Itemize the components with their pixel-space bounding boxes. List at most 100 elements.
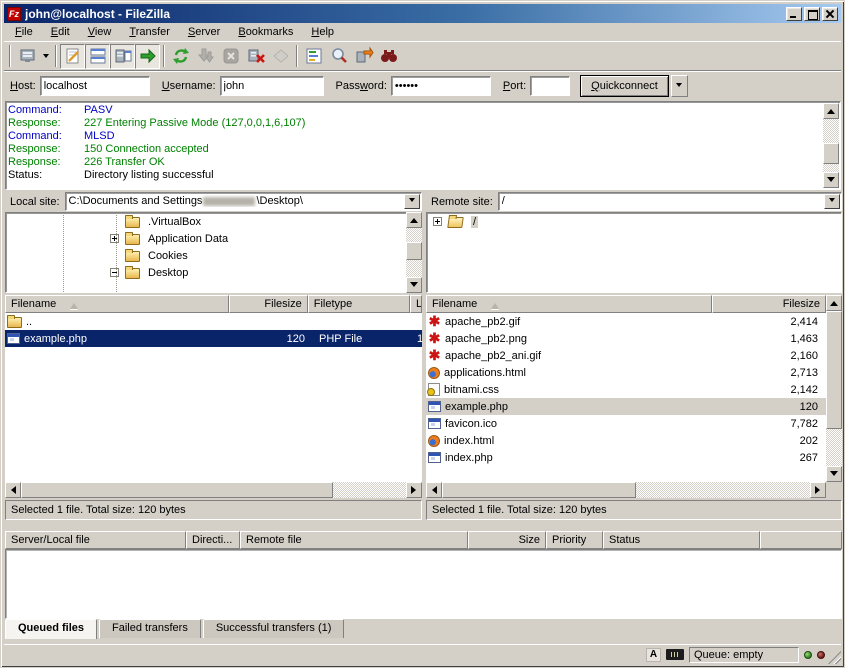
column-filesize[interactable]: Filesize <box>229 295 308 313</box>
scroll-left-button[interactable] <box>5 482 21 498</box>
column-filesize[interactable]: Filesize <box>712 295 826 313</box>
menu-bookmarks[interactable]: Bookmarks <box>229 24 302 40</box>
file-row[interactable]: applications.html2,713 <box>426 364 826 381</box>
tree-item-application-data[interactable]: Application Data <box>6 230 421 247</box>
file-row[interactable]: ✱apache_pb2.png1,463 <box>426 330 826 347</box>
quickconnect-button[interactable]: Quickconnect <box>580 75 669 97</box>
scroll-up-button[interactable] <box>823 103 839 119</box>
scroll-left-button[interactable] <box>426 482 442 498</box>
find-files-button[interactable] <box>376 44 401 69</box>
toggle-local-tree-button[interactable] <box>85 44 110 69</box>
toggle-message-log-button[interactable] <box>60 44 85 69</box>
toggle-transfer-queue-button[interactable] <box>135 44 160 69</box>
toggle-remote-tree-button[interactable] <box>110 44 135 69</box>
refresh-button[interactable] <box>168 44 193 69</box>
column-filename[interactable]: Filename <box>426 295 712 313</box>
file-row[interactable]: ✱apache_pb2.gif2,414 <box>426 313 826 330</box>
toolbar-separator <box>163 45 165 67</box>
local-horizontal-scrollbar[interactable] <box>5 482 422 498</box>
file-row[interactable]: ✱apache_pb2_ani.gif2,160 <box>426 347 826 364</box>
column-server-local-file[interactable]: Server/Local file <box>5 531 186 549</box>
expand-plus-icon[interactable] <box>433 217 442 226</box>
transfer-type-icon[interactable]: A <box>646 648 661 662</box>
speed-limits-icon[interactable] <box>666 649 684 660</box>
queue-list[interactable] <box>5 549 842 619</box>
reconnect-button[interactable] <box>268 44 293 69</box>
scroll-right-button[interactable] <box>810 482 826 498</box>
activity-led-red <box>817 651 825 659</box>
log-line: Response:226 Transfer OK <box>8 156 821 169</box>
menu-help[interactable]: Help <box>302 24 343 40</box>
collapse-minus-icon[interactable] <box>110 268 119 277</box>
remote-horizontal-scrollbar[interactable] <box>426 482 826 498</box>
scroll-right-button[interactable] <box>406 482 422 498</box>
port-input[interactable] <box>530 76 570 96</box>
title-bar[interactable]: Fz john@localhost - FileZilla <box>4 4 841 23</box>
process-queue-button[interactable] <box>193 44 218 69</box>
tab-failed-transfers[interactable]: Failed transfers <box>99 619 201 638</box>
scrollbar-thumb[interactable] <box>21 482 333 498</box>
scroll-down-button[interactable] <box>406 277 422 293</box>
remote-site-combobox[interactable]: / <box>498 192 842 211</box>
scroll-up-button[interactable] <box>406 212 422 228</box>
scrollbar-thumb[interactable] <box>826 311 842 429</box>
tree-item-desktop[interactable]: Desktop <box>6 264 421 281</box>
site-manager-button[interactable] <box>14 44 39 69</box>
close-button[interactable] <box>822 7 838 21</box>
remote-vertical-scrollbar[interactable] <box>826 295 842 482</box>
directory-comparison-button[interactable] <box>326 44 351 69</box>
scroll-down-button[interactable] <box>823 172 839 188</box>
file-row-parent-dir[interactable]: .. <box>5 313 422 330</box>
menu-server[interactable]: Server <box>179 24 229 40</box>
column-filetype[interactable]: Filetype <box>308 295 410 313</box>
username-input[interactable] <box>220 76 324 96</box>
file-row[interactable]: index.php267 <box>426 449 826 466</box>
filter-button[interactable] <box>301 44 326 69</box>
column-last-modified[interactable]: L <box>410 295 422 313</box>
synchronized-browsing-button[interactable] <box>351 44 376 69</box>
tree-item-cookies[interactable]: Cookies <box>6 247 421 264</box>
tree-item-virtualbox[interactable]: .VirtualBox <box>6 213 421 230</box>
tree-item-root[interactable]: / <box>427 213 841 230</box>
local-site-dropdown[interactable] <box>404 194 420 209</box>
column-direction[interactable]: Directi... <box>186 531 240 549</box>
password-input[interactable] <box>391 76 491 96</box>
file-row-example-php[interactable]: example.php 120 PHP File 1 <box>5 330 422 347</box>
cancel-operation-button[interactable] <box>218 44 243 69</box>
php-file-icon <box>428 401 441 412</box>
log-scrollbar[interactable] <box>823 103 839 188</box>
reconnect-icon <box>271 46 291 66</box>
scroll-up-button[interactable] <box>826 295 842 311</box>
scrollbar-thumb[interactable] <box>406 242 422 260</box>
tab-successful-transfers[interactable]: Successful transfers (1) <box>203 619 345 638</box>
scrollbar-thumb[interactable] <box>823 143 839 164</box>
file-row[interactable]: bitnami.css2,142 <box>426 381 826 398</box>
quickconnect-dropdown[interactable] <box>671 75 688 97</box>
minimize-button[interactable] <box>786 7 802 21</box>
column-filename[interactable]: Filename <box>5 295 229 313</box>
expand-plus-icon[interactable] <box>110 234 119 243</box>
menu-edit[interactable]: Edit <box>42 24 79 40</box>
column-remote-file[interactable]: Remote file <box>240 531 468 549</box>
disconnect-button[interactable] <box>243 44 268 69</box>
column-priority[interactable]: Priority <box>546 531 603 549</box>
file-row[interactable]: index.html202 <box>426 432 826 449</box>
tab-queued-files[interactable]: Queued files <box>5 619 97 639</box>
site-manager-dropdown[interactable] <box>39 44 52 69</box>
menu-view[interactable]: View <box>79 24 121 40</box>
menu-transfer[interactable]: Transfer <box>120 24 179 40</box>
menu-file[interactable]: File <box>6 24 42 40</box>
file-row[interactable]: favicon.ico7,782 <box>426 415 826 432</box>
column-filler <box>760 531 842 549</box>
column-size[interactable]: Size <box>468 531 546 549</box>
remote-site-dropdown[interactable] <box>824 194 840 209</box>
column-status[interactable]: Status <box>603 531 760 549</box>
scrollbar-thumb[interactable] <box>442 482 636 498</box>
maximize-button[interactable] <box>804 7 820 21</box>
host-input[interactable] <box>40 76 150 96</box>
local-tree-scrollbar[interactable] <box>406 212 422 293</box>
file-row-selected[interactable]: example.php120 <box>426 398 826 415</box>
local-site-combobox[interactable]: C:\Documents and Settings\Desktop\ <box>65 192 422 211</box>
toolbar-separator <box>296 45 298 67</box>
scroll-down-button[interactable] <box>826 466 842 482</box>
